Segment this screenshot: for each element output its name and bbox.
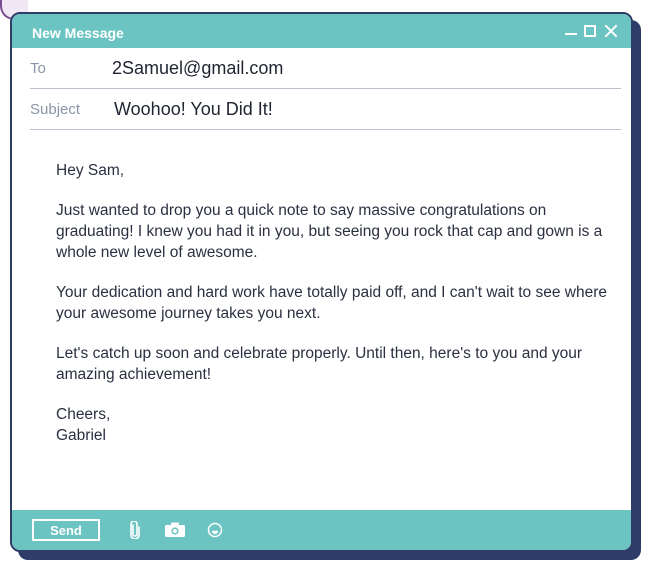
subject-field-row: Subject Woohoo! You Did It!: [30, 89, 621, 130]
minimize-icon[interactable]: [565, 32, 577, 35]
greeting-text: Hey Sam,: [56, 162, 125, 179]
compose-toolbar: Send: [12, 510, 631, 550]
window-controls: [565, 23, 619, 39]
paperclip-icon[interactable]: [124, 519, 146, 541]
signoff-text: Cheers,: [56, 406, 111, 423]
window-title: New Message: [32, 24, 124, 41]
title-bar: New Message: [12, 14, 631, 48]
message-body[interactable]: Hey Sam, Just wanted to drop you a quick…: [56, 160, 616, 446]
send-button[interactable]: Send: [32, 519, 100, 541]
paragraph-3: Let's catch up soon and celebrate proper…: [56, 345, 583, 383]
to-field[interactable]: 2Samuel@gmail.com: [112, 58, 283, 79]
signature-text: Gabriel: [56, 427, 106, 444]
stage: New Message To 2Samuel@gmail.com Subject…: [0, 0, 650, 565]
paragraph-2: Your dedication and hard work have total…: [56, 284, 607, 322]
maximize-icon[interactable]: [584, 25, 596, 37]
compose-window: New Message To 2Samuel@gmail.com Subject…: [10, 12, 633, 552]
emoji-icon[interactable]: [204, 519, 226, 541]
subject-label: Subject: [30, 100, 81, 118]
paragraph-1: Just wanted to drop you a quick note to …: [56, 202, 603, 261]
to-label: To: [30, 59, 46, 77]
close-icon[interactable]: [603, 23, 619, 39]
to-field-row: To 2Samuel@gmail.com: [30, 48, 621, 89]
subject-field[interactable]: Woohoo! You Did It!: [114, 99, 273, 120]
camera-icon[interactable]: [164, 519, 186, 541]
